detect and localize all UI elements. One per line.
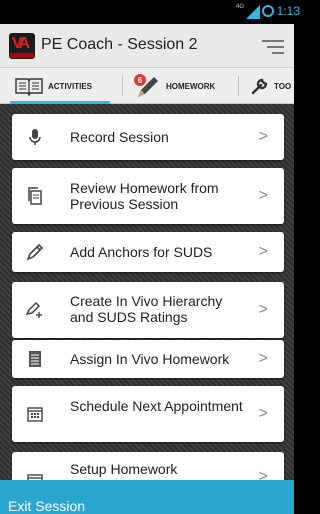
list-item-label: Assign In Vivo Homework (70, 351, 230, 367)
signal-icon (246, 5, 260, 19)
tab-homework-label: HOMEWORK (166, 81, 216, 91)
tab-tools-label: TOO (274, 81, 292, 91)
list-item-create-hierarchy[interactable]: Create In Vivo Hierarchy and SUDS Rating… (12, 282, 284, 338)
chevron-right-icon: > (258, 187, 268, 204)
tab-tools[interactable]: TOO (250, 68, 291, 104)
open-book-icon (15, 78, 43, 96)
tab-activities[interactable]: ACTIVITIES (14, 68, 92, 104)
overflow-menu-icon[interactable] (262, 40, 284, 54)
pencil-icon (26, 243, 44, 261)
pencil-icon: 6 (134, 74, 158, 97)
list-item-add-anchors[interactable]: Add Anchors for SUDS > (12, 232, 284, 272)
list-icon (29, 351, 41, 367)
tab-activities-label: ACTIVITIES (48, 81, 93, 91)
exit-session-button[interactable]: Exit Session (0, 480, 294, 514)
exit-session-label: Exit Session (8, 498, 86, 514)
clock: 1:13 (276, 4, 300, 18)
status-bar: 4G 1:13 (0, 0, 300, 24)
list-item-label: Create In Vivo Hierarchy and SUDS Rating… (70, 293, 223, 325)
list-item-review-homework[interactable]: Review Homework from Previous Session > (12, 168, 284, 224)
list-item-record-session[interactable]: Record Session > (12, 114, 284, 160)
action-bar: VA PE Coach - Session 2 (0, 24, 294, 68)
list-item-assign-homework[interactable]: Assign In Vivo Homework > (12, 340, 284, 378)
microphone-icon (29, 129, 41, 145)
tab-divider (122, 76, 123, 96)
chevron-right-icon: > (258, 243, 268, 260)
list-item-label: Schedule Next Appointment (70, 398, 243, 414)
chevron-right-icon: > (258, 350, 268, 367)
homework-badge: 6 (138, 76, 143, 85)
chevron-right-icon: > (258, 301, 268, 318)
calendar-icon (27, 474, 43, 480)
pencil-plus-icon (26, 301, 42, 318)
list-item-label: Review Homework from Previous Session (70, 180, 219, 212)
list-item-schedule-appointment[interactable]: Schedule Next Appointment > (12, 386, 284, 442)
chevron-right-icon: > (258, 405, 268, 422)
sync-icon (262, 5, 274, 17)
tab-homework[interactable]: 6 HOMEWORK (132, 68, 215, 104)
list-item-label: Record Session (70, 129, 169, 145)
copy-icon (28, 187, 42, 205)
page-title: PE Coach - Session 2 (41, 36, 198, 53)
list-item-label: Setup Homework (70, 461, 178, 477)
tab-divider (238, 76, 239, 96)
app-logo: VA (9, 33, 35, 59)
activities-list[interactable]: Record Session > Review Homework from Pr… (0, 104, 294, 480)
network-type-label: 4G (235, 4, 244, 10)
tab-bar: ACTIVITIES 6 HOMEWORK TOO (0, 68, 294, 104)
wrench-icon (251, 78, 268, 95)
list-item-setup-homework[interactable]: Setup Homework > (12, 452, 284, 480)
calendar-icon (27, 407, 43, 422)
chevron-right-icon: > (258, 468, 268, 480)
list-item-label: Add Anchors for SUDS (70, 244, 213, 260)
chevron-right-icon: > (258, 128, 268, 145)
